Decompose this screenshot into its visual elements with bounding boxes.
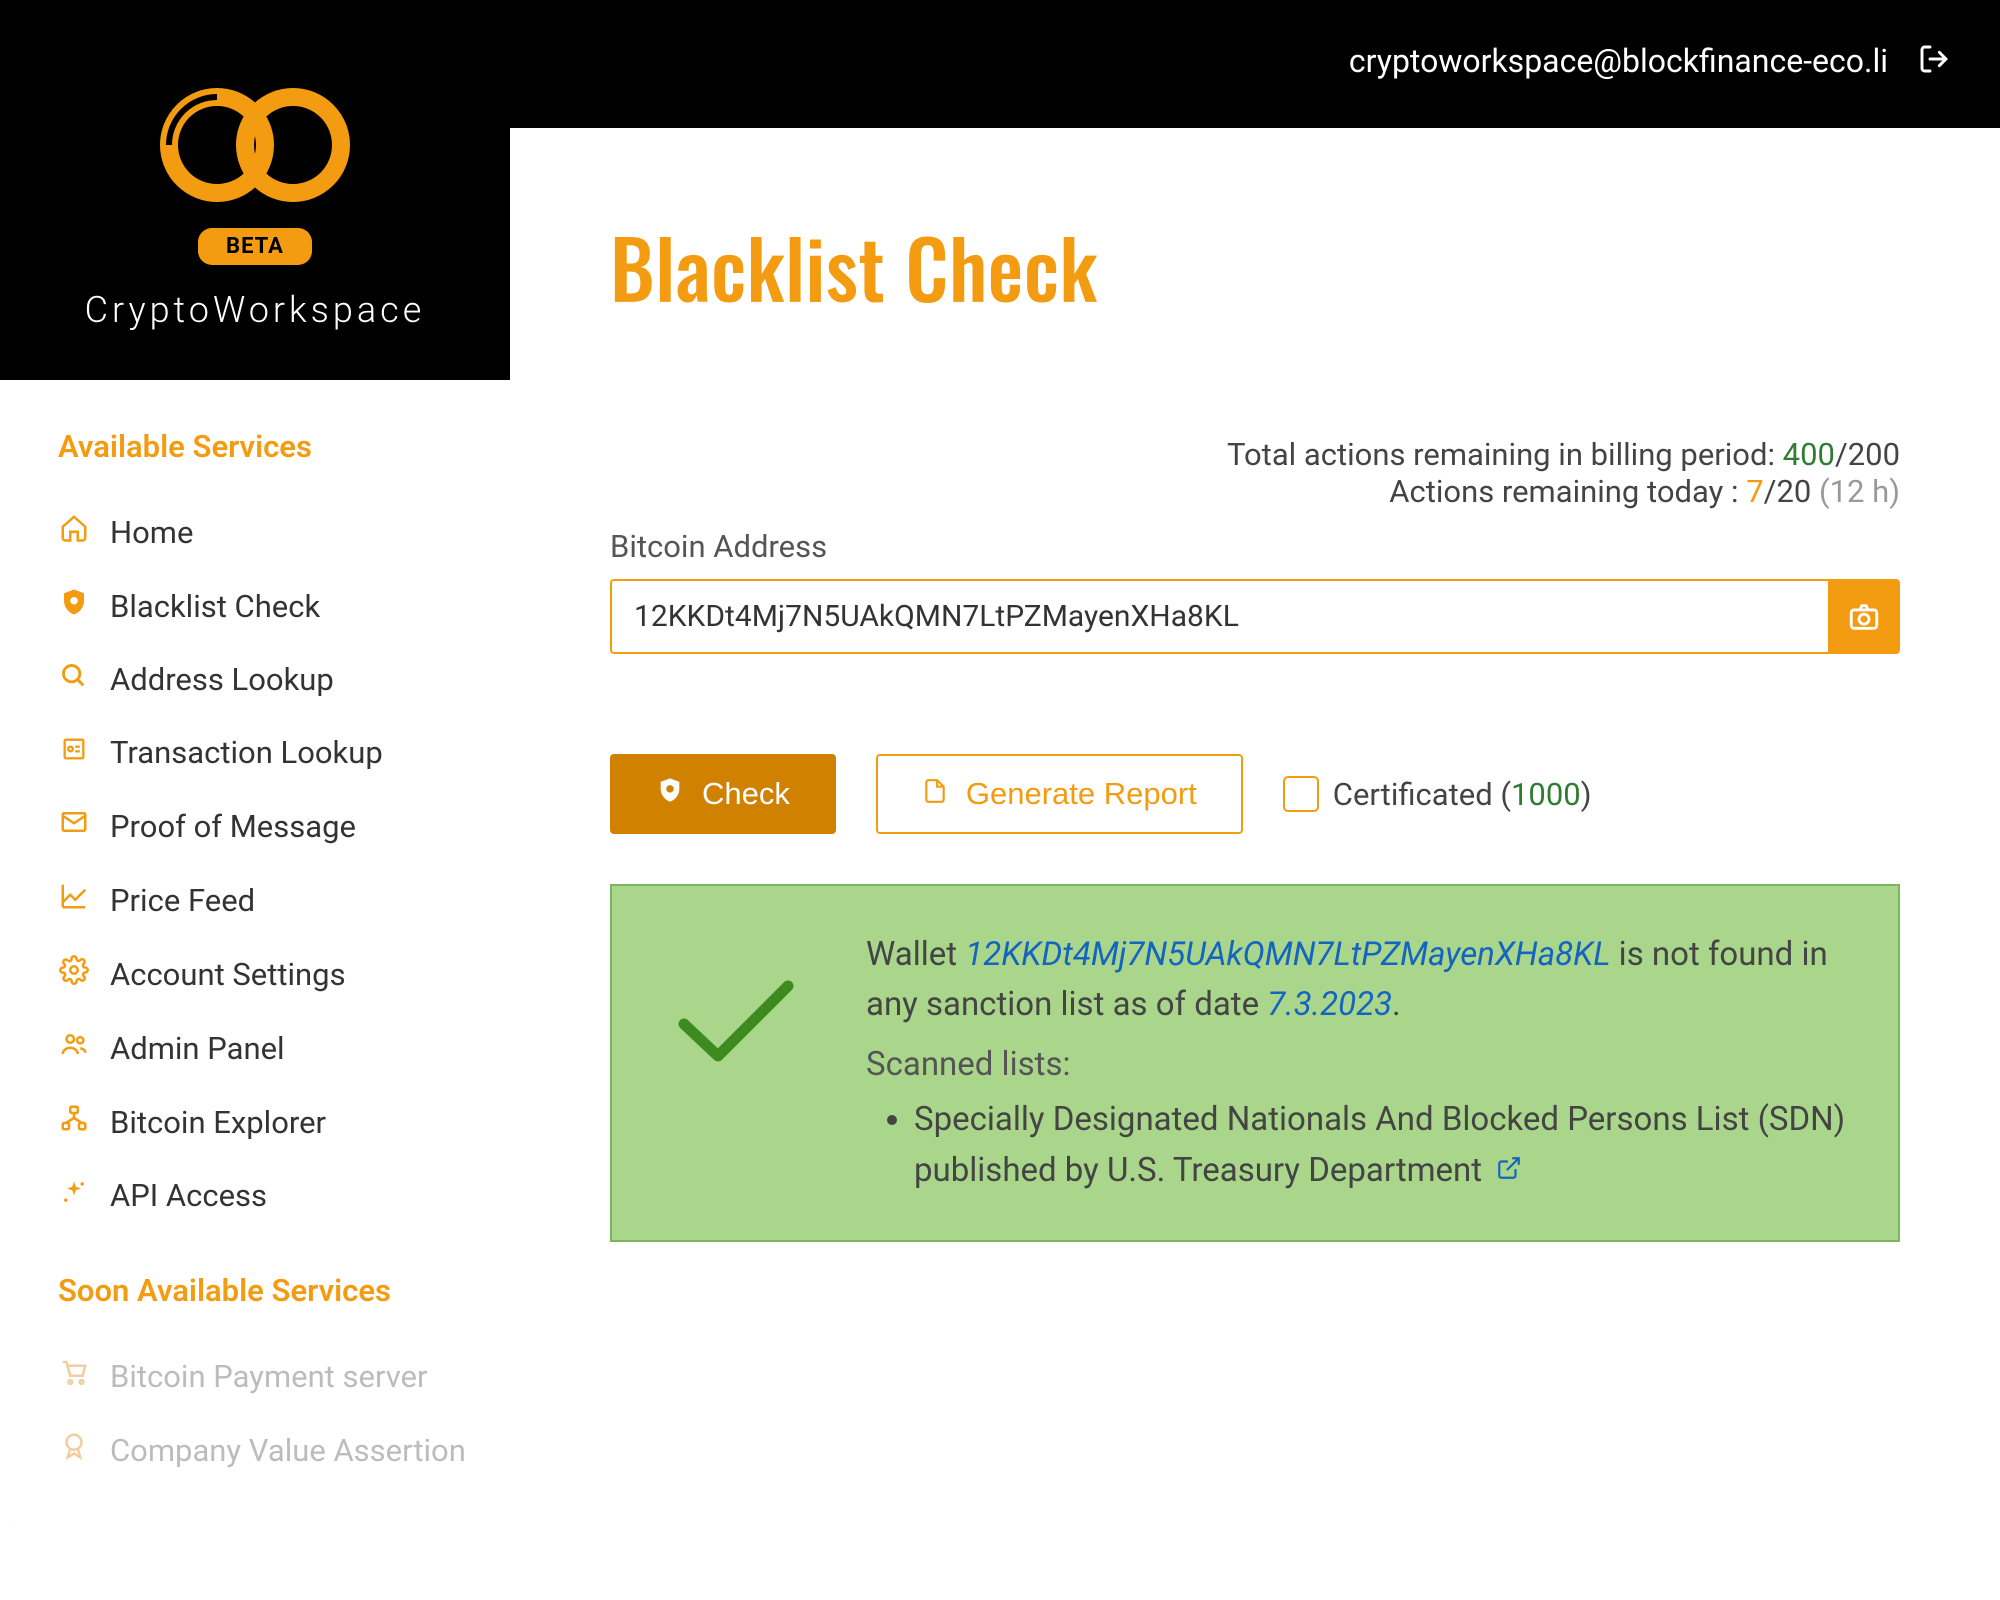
main-content: Blacklist Check Total actions remaining … [510, 128, 2000, 1600]
sidebar-item-label: Price Feed [110, 882, 255, 919]
scan-qr-button[interactable] [1828, 579, 1900, 654]
shield-check-icon [656, 776, 684, 812]
quota-reset-hint: (12 h) [1811, 473, 1900, 510]
sidebar-item-api-access[interactable]: API Access [58, 1159, 482, 1232]
envelope-icon [58, 807, 90, 845]
user-email: cryptoworkspace@blockfinance-eco.li [1349, 42, 1888, 80]
scanned-lists: Specially Designated Nationals And Block… [866, 1094, 1852, 1196]
list-item-text: Specially Designated Nationals And Block… [914, 1100, 1845, 1190]
certificated-checkbox[interactable] [1283, 776, 1319, 812]
msg-end: . [1392, 985, 1401, 1024]
gear-icon [58, 955, 90, 993]
quota-today-used: 7 [1746, 473, 1763, 510]
sidebar-item-label: Transaction Lookup [110, 734, 383, 771]
result-message: Wallet 12KKDt4Mj7N5UAkQMN7LtPZMayenXHa8K… [866, 930, 1852, 1029]
sidebar-item-label: Home [110, 514, 193, 551]
trending-icon [58, 881, 90, 919]
wallet-id: 12KKDt4Mj7N5UAkQMN7LtPZMayenXHa8KL [965, 935, 1610, 974]
quota-today-label: Actions remaining today : [1389, 473, 1746, 510]
logo-block: BETA CryptoWorkspace [0, 0, 510, 380]
users-icon [58, 1029, 90, 1067]
sidebar-item-label: Address Lookup [110, 661, 334, 698]
check-button[interactable]: Check [610, 754, 836, 834]
sidebar-item-address-lookup[interactable]: Address Lookup [58, 643, 482, 716]
wallet-prefix: Wallet [866, 935, 965, 974]
generate-report-button[interactable]: Generate Report [876, 754, 1243, 834]
sidebar-item-label: Blacklist Check [110, 588, 320, 625]
certificated-option[interactable]: Certificated (1000) [1283, 776, 1592, 813]
sidebar-item-payment-server: Bitcoin Payment server [58, 1339, 482, 1413]
sidebar-item-admin-panel[interactable]: Admin Panel [58, 1011, 482, 1085]
result-box: Wallet 12KKDt4Mj7N5UAkQMN7LtPZMayenXHa8K… [610, 884, 1900, 1242]
beta-badge: BETA [198, 228, 312, 265]
receipt-icon [58, 734, 90, 771]
address-input-row [610, 579, 1900, 654]
sidebar-item-label: Admin Panel [110, 1030, 285, 1067]
success-check-icon [666, 972, 806, 1076]
sidebar-item-proof-message[interactable]: Proof of Message [58, 789, 482, 863]
brand-name: CryptoWorkspace [85, 289, 426, 331]
quota-total-label: Total actions remaining in billing perio… [1227, 436, 1783, 473]
sitemap-icon [58, 1103, 90, 1141]
sidebar-item-label: Bitcoin Explorer [110, 1104, 326, 1141]
scanned-list-item: Specially Designated Nationals And Block… [914, 1094, 1852, 1196]
sidebar-item-label: Proof of Message [110, 808, 356, 845]
scanned-lists-label: Scanned lists: [866, 1045, 1852, 1084]
sidebar-item-label: API Access [110, 1177, 267, 1214]
external-link-icon[interactable] [1496, 1151, 1522, 1190]
quota-total-used: 400 [1783, 436, 1835, 473]
home-icon [58, 513, 90, 551]
sidebar-item-bitcoin-explorer[interactable]: Bitcoin Explorer [58, 1085, 482, 1159]
sidebar: BETA CryptoWorkspace Available Services … [0, 128, 510, 1600]
section-soon: Soon Available Services [58, 1272, 482, 1309]
report-button-label: Generate Report [966, 776, 1197, 812]
top-bar-right: cryptoworkspace@blockfinance-eco.li [1349, 42, 1950, 80]
logo-icon [147, 80, 363, 210]
sidebar-item-price-feed[interactable]: Price Feed [58, 863, 482, 937]
quota-total-cap: /200 [1835, 436, 1900, 473]
sidebar-item-home[interactable]: Home [58, 495, 482, 569]
check-button-label: Check [702, 776, 790, 812]
sidebar-item-transaction-lookup[interactable]: Transaction Lookup [58, 716, 482, 789]
action-row: Check Generate Report Certificated (1000… [610, 754, 1900, 834]
cert-label-pre: Certificated ( [1333, 776, 1511, 813]
sparkle-icon [58, 1177, 90, 1214]
address-label: Bitcoin Address [610, 528, 1900, 565]
sidebar-item-label: Account Settings [110, 956, 346, 993]
quota-info: Total actions remaining in billing perio… [610, 436, 1900, 510]
shield-icon [58, 587, 90, 625]
bitcoin-address-input[interactable] [610, 579, 1828, 654]
scan-date: 7.3.2023 [1267, 985, 1392, 1024]
cert-count: 1000 [1511, 776, 1581, 813]
sidebar-item-blacklist[interactable]: Blacklist Check [58, 569, 482, 643]
document-icon [922, 776, 948, 812]
search-icon [58, 661, 90, 698]
section-available: Available Services [58, 428, 482, 465]
quota-today-cap: /20 [1764, 473, 1812, 510]
cart-icon [58, 1357, 90, 1395]
cert-label-post: ) [1581, 776, 1592, 813]
sidebar-item-account-settings[interactable]: Account Settings [58, 937, 482, 1011]
logout-icon[interactable] [1918, 43, 1950, 79]
sidebar-item-label: Company Value Assertion [110, 1432, 466, 1469]
sidebar-item-value-assertion: Company Value Assertion [58, 1413, 482, 1487]
badge-icon [58, 1431, 90, 1469]
page-title: Blacklist Check [610, 208, 1900, 326]
sidebar-item-label: Bitcoin Payment server [110, 1358, 428, 1395]
